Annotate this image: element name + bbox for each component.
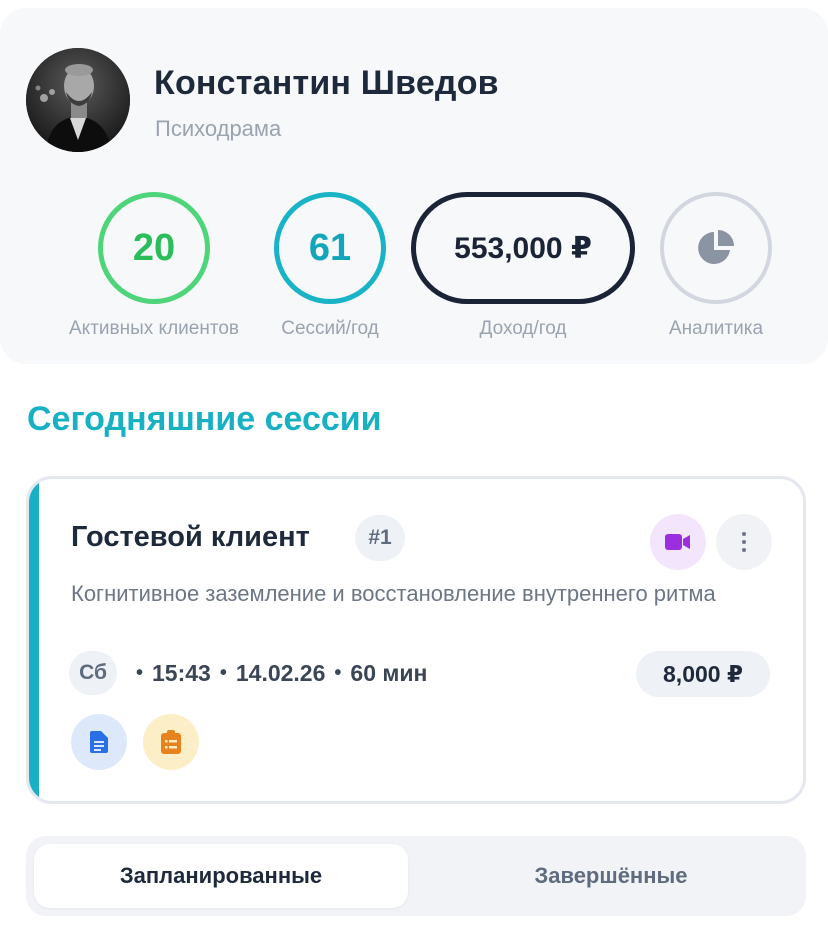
stat-income-label: Доход/год bbox=[479, 318, 567, 339]
document-button[interactable] bbox=[71, 714, 127, 770]
today-sessions-title: Сегодняшние сессии bbox=[27, 400, 382, 438]
stat-income[interactable]: 553,000 ₽ Доход/год bbox=[411, 192, 635, 339]
stat-sessions-label: Сессий/год bbox=[281, 318, 379, 339]
separator-dot: • bbox=[219, 661, 227, 684]
analytics-circle bbox=[660, 192, 772, 304]
separator-dot: • bbox=[334, 661, 342, 684]
clipboard-button[interactable] bbox=[143, 714, 199, 770]
session-accent-bar bbox=[29, 479, 39, 801]
tab-completed[interactable]: Завершённые bbox=[424, 844, 798, 908]
avatar[interactable] bbox=[26, 48, 130, 152]
analytics-button[interactable]: Аналитика bbox=[660, 192, 772, 339]
separator-dot: • bbox=[136, 661, 144, 684]
session-price: 8,000 ₽ bbox=[636, 651, 770, 697]
avatar-photo bbox=[26, 48, 130, 152]
session-description: Когнитивное заземление и восстановление … bbox=[71, 581, 716, 606]
session-time: 15:43 bbox=[152, 659, 211, 686]
more-options-button[interactable] bbox=[716, 514, 772, 570]
client-name: Гостевой клиент bbox=[71, 521, 310, 553]
stat-active-clients-value: 20 bbox=[98, 192, 210, 304]
stat-sessions[interactable]: 61 Сессий/год bbox=[274, 192, 386, 339]
session-card[interactable]: Гостевой клиент #1 Когнитивное заземлени… bbox=[26, 476, 806, 804]
analytics-label: Аналитика bbox=[668, 318, 764, 339]
tab-planned[interactable]: Запланированные bbox=[34, 844, 408, 908]
clipboard-icon bbox=[161, 730, 181, 754]
video-call-button[interactable] bbox=[650, 514, 706, 570]
profile-card: Константин Шведов Психодрама 20 Активных… bbox=[0, 8, 828, 364]
more-vertical-icon bbox=[742, 532, 746, 552]
profile-name: Константин Шведов bbox=[154, 64, 499, 102]
session-tabs: Запланированные Завершённые bbox=[26, 836, 806, 916]
stat-sessions-value: 61 bbox=[274, 192, 386, 304]
stat-active-clients[interactable]: 20 Активных клиентов bbox=[69, 192, 239, 339]
profile-specialty: Психодрама bbox=[155, 116, 282, 141]
session-date: 14.02.26 bbox=[235, 659, 326, 686]
video-icon bbox=[665, 534, 690, 550]
session-meta-row: Сб • 15:43 • 14.02.26 • 60 мин bbox=[69, 651, 427, 695]
pie-chart-icon bbox=[698, 230, 734, 264]
session-duration: 60 мин bbox=[350, 659, 428, 686]
stat-income-value: 553,000 ₽ bbox=[411, 192, 635, 304]
client-number-badge: #1 bbox=[355, 515, 405, 561]
stat-active-clients-label: Активных клиентов bbox=[69, 318, 239, 339]
session-day-badge: Сб bbox=[69, 651, 117, 695]
document-icon bbox=[90, 731, 108, 753]
